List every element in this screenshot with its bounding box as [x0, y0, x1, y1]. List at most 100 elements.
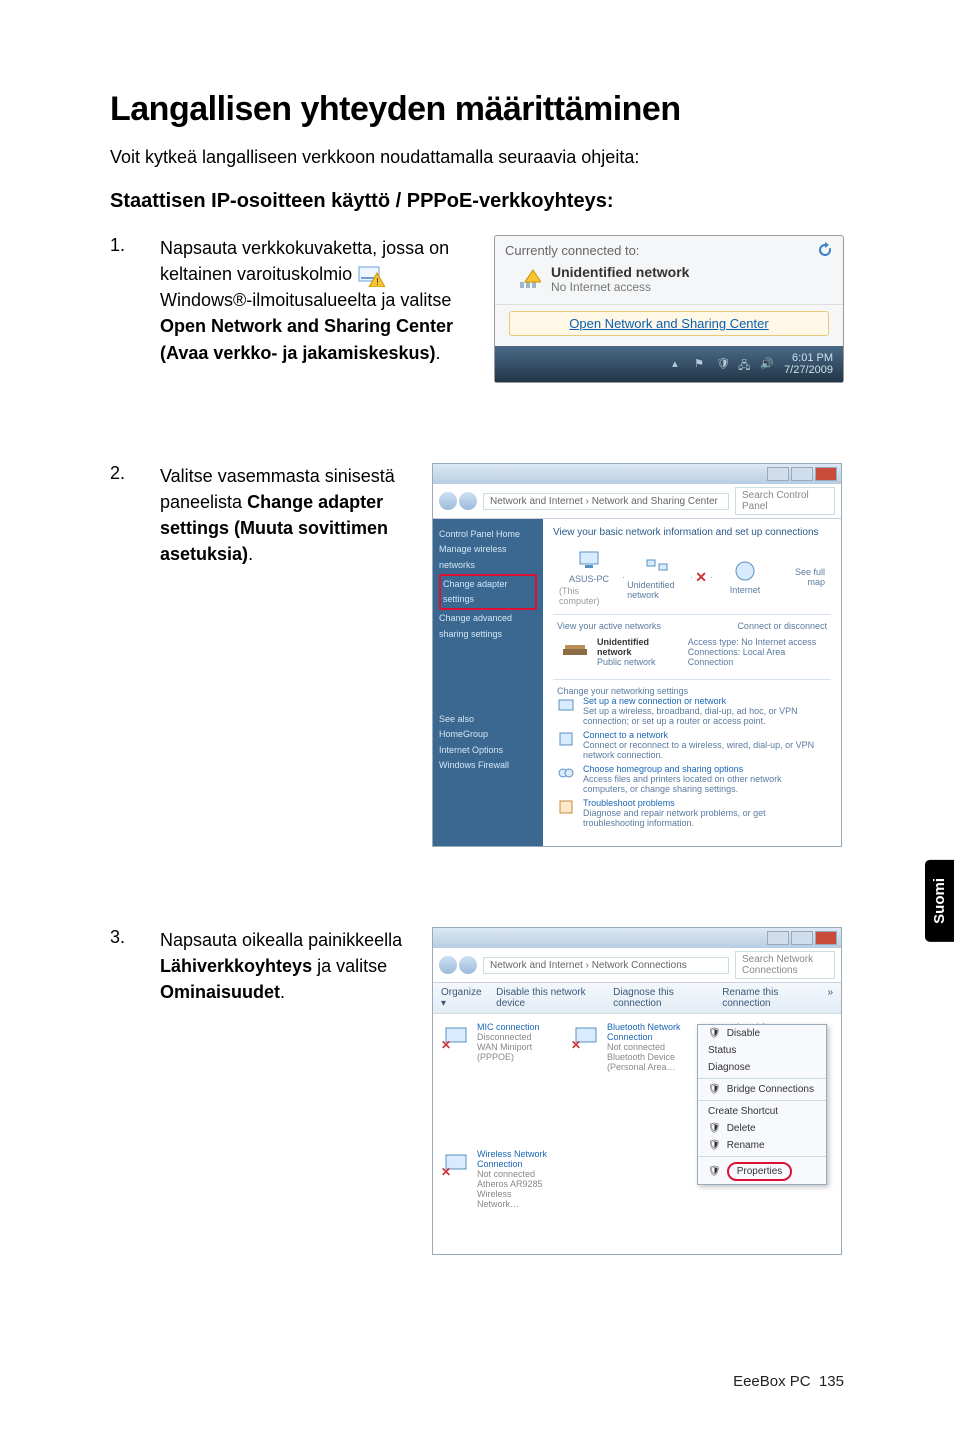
window-close-button[interactable] [815, 467, 837, 481]
step-2-number: 2. [110, 463, 138, 484]
nav-forward-icon[interactable] [459, 956, 477, 974]
menu-bridge[interactable]: 🛡Bridge Connections [698, 1081, 826, 1098]
toolbar: Organize ▾ Disable this network device D… [433, 983, 841, 1014]
step-3-text: Napsauta oikealla painikkeella Lähiverkk… [160, 927, 410, 1005]
adapter-icon [443, 1149, 471, 1177]
taskbar: ▴ ⚑ 🛡 🖧 🔊 6:01 PM 7/27/2009 [495, 346, 843, 382]
page-footer: EeeBox PC 135 [733, 1373, 844, 1390]
menu-delete[interactable]: 🛡Delete [698, 1120, 826, 1137]
connection-wireless[interactable]: Wireless Network ConnectionNot connected… [443, 1149, 553, 1209]
shield-icon: 🛡 [708, 1140, 721, 1151]
figure-network-sharing-center: Network and Internet › Network and Shari… [432, 463, 842, 847]
homegroup-sharing-link[interactable]: Choose homegroup and sharing options [583, 764, 827, 774]
shield-icon: 🛡 [708, 1084, 721, 1095]
window-close-button[interactable] [815, 931, 837, 945]
tray-flag-icon[interactable]: ⚑ [694, 357, 708, 371]
window-minimize-button[interactable] [767, 467, 789, 481]
shield-icon: 🛡 [708, 1123, 721, 1134]
window-maximize-button[interactable] [791, 467, 813, 481]
menu-status[interactable]: Status [698, 1042, 826, 1059]
step-2: 2. Valitse vasemmasta sinisestä paneelis… [110, 463, 844, 847]
figure-network-popup: Currently connected to: Unidentified net… [494, 235, 844, 383]
tray-volume-icon[interactable]: 🔊 [760, 357, 774, 371]
signal-icon [519, 268, 541, 290]
tray-shield-icon[interactable]: 🛡 [716, 357, 730, 371]
toolbar-organize[interactable]: Organize ▾ [441, 987, 482, 1009]
step-3-number: 3. [110, 927, 138, 948]
menu-create-shortcut[interactable]: Create Shortcut [698, 1103, 826, 1120]
side-internet-options[interactable]: Internet Options [439, 743, 537, 758]
page-title: Langallisen yhteyden määrittäminen [110, 90, 844, 129]
troubleshoot-link[interactable]: Troubleshoot problems [583, 798, 827, 808]
popup-network-name: Unidentified network [551, 264, 689, 280]
active-networks-label: View your active networks [557, 621, 661, 631]
side-homegroup[interactable]: HomeGroup [439, 727, 537, 742]
tray-network-icon[interactable]: 🖧 [738, 357, 752, 371]
shield-icon: 🛡 [708, 1166, 721, 1177]
setup-icon [557, 696, 575, 714]
window-titlebar [433, 928, 841, 948]
search-input[interactable]: Search Network Connections [735, 951, 835, 979]
computer-icon [577, 548, 601, 572]
window-titlebar [433, 464, 841, 484]
active-network-name: Unidentified network [597, 637, 680, 657]
connect-icon [557, 730, 575, 748]
open-network-sharing-center-link[interactable]: Open Network and Sharing Center [509, 311, 829, 336]
disconnect-icon: ✕ [695, 569, 707, 586]
adapter-icon [443, 1022, 471, 1050]
adapter-icon [573, 1022, 601, 1050]
toolbar-rename[interactable]: Rename this connection [722, 987, 813, 1009]
homegroup-icon [557, 764, 575, 782]
side-change-adapter-settings[interactable]: Change adapter settings [439, 574, 537, 611]
setup-new-connection-link[interactable]: Set up a new connection or network [583, 696, 827, 706]
toolbar-diagnose[interactable]: Diagnose this connection [613, 987, 708, 1009]
figure-network-connections: Network and Internet › Network Connectio… [432, 927, 842, 1255]
see-full-map-link[interactable]: See full map [795, 567, 825, 587]
toolbar-more[interactable]: » [827, 987, 833, 1009]
active-network-type: Public network [597, 657, 680, 667]
taskbar-clock[interactable]: 6:01 PM 7/27/2009 [784, 352, 833, 376]
nav-forward-icon[interactable] [459, 492, 477, 510]
side-manage-wireless[interactable]: Manage wireless networks [439, 542, 537, 573]
network-warning-icon: ! [357, 263, 385, 287]
main-heading: View your basic network information and … [553, 527, 831, 538]
connection-bluetooth[interactable]: Bluetooth Network ConnectionNot connecte… [573, 1022, 683, 1072]
troubleshoot-icon [557, 798, 575, 816]
step-1-text: Napsauta verkkokuvaketta, jossa on kelta… [160, 235, 472, 366]
change-settings-label: Change your networking settings [557, 686, 827, 696]
connect-network-link[interactable]: Connect to a network [583, 730, 827, 740]
menu-properties[interactable]: 🛡Properties [698, 1159, 826, 1184]
menu-disable[interactable]: 🛡Disable [698, 1025, 826, 1042]
refresh-icon[interactable] [817, 242, 833, 258]
menu-diagnose[interactable]: Diagnose [698, 1059, 826, 1076]
window-maximize-button[interactable] [791, 931, 813, 945]
side-change-advanced-sharing[interactable]: Change advanced sharing settings [439, 611, 537, 642]
menu-rename[interactable]: 🛡Rename [698, 1137, 826, 1154]
search-input[interactable]: Search Control Panel [735, 487, 835, 515]
address-path[interactable]: Network and Internet › Network Connectio… [483, 957, 729, 974]
tray-show-hidden-icon[interactable]: ▴ [672, 357, 686, 371]
side-home[interactable]: Control Panel Home [439, 527, 537, 542]
context-menu: 🛡Disable Status Diagnose 🛡Bridge Connect… [697, 1024, 827, 1185]
connect-disconnect-link[interactable]: Connect or disconnect [737, 621, 827, 631]
window-minimize-button[interactable] [767, 931, 789, 945]
side-panel: Control Panel Home Manage wireless netwo… [433, 519, 543, 846]
page-intro: Voit kytkeä langalliseen verkkoon noudat… [110, 147, 844, 168]
step-1-number: 1. [110, 235, 138, 256]
main-panel: View your basic network information and … [543, 519, 841, 846]
side-see-also: See also [439, 712, 537, 727]
nav-back-icon[interactable] [439, 956, 457, 974]
step-1: 1. Napsauta verkkokuvaketta, jossa on ke… [110, 235, 844, 383]
globe-icon [733, 559, 757, 583]
popup-network-status: No Internet access [551, 280, 689, 294]
address-path[interactable]: Network and Internet › Network and Shari… [483, 493, 729, 510]
toolbar-disable[interactable]: Disable this network device [496, 987, 599, 1009]
side-windows-firewall[interactable]: Windows Firewall [439, 758, 537, 773]
shield-icon: 🛡 [708, 1028, 721, 1039]
section-subtitle: Staattisen IP-osoitteen käyttö / PPPoE-v… [110, 190, 844, 213]
connection-mic[interactable]: MIC connectionDisconnectedWAN Miniport (… [443, 1022, 553, 1062]
svg-text:!: ! [376, 277, 379, 287]
step-3: 3. Napsauta oikealla painikkeella Lähive… [110, 927, 844, 1255]
language-tab: Suomi [925, 860, 954, 942]
nav-back-icon[interactable] [439, 492, 457, 510]
